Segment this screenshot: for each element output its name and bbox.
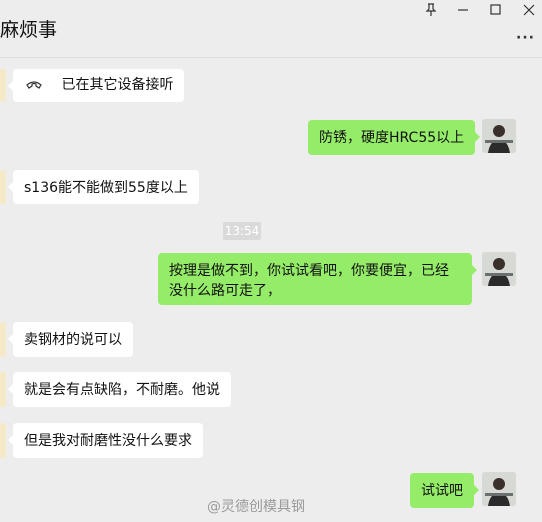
avatar[interactable] bbox=[482, 119, 516, 153]
message-bubble-incoming[interactable]: 就是会有点缺陷，不耐磨。他说 bbox=[8, 372, 231, 407]
timestamp: 13:54 bbox=[223, 222, 261, 240]
maximize-icon[interactable] bbox=[485, 2, 507, 18]
avatar[interactable] bbox=[482, 472, 516, 506]
minimize-icon[interactable] bbox=[452, 2, 474, 18]
message-text: 已在其它设备接听 bbox=[61, 77, 174, 93]
avatar[interactable] bbox=[482, 252, 516, 286]
chat-title: 麻烦事 bbox=[0, 19, 58, 41]
message-bubble-outgoing[interactable]: 防锈，硬度HRC55以上 bbox=[308, 120, 481, 155]
close-icon[interactable] bbox=[518, 2, 540, 18]
message-text: 防锈，硬度HRC55以上 bbox=[319, 130, 465, 146]
incoming-marker bbox=[0, 170, 6, 204]
message-bubble-incoming[interactable]: 卖钢材的说可以 bbox=[8, 322, 133, 357]
pin-icon[interactable] bbox=[420, 2, 442, 18]
more-options-icon[interactable]: ··· bbox=[516, 30, 535, 46]
message-text: 试试吧 bbox=[421, 483, 463, 499]
message-text: 就是会有点缺陷，不耐磨。他说 bbox=[24, 382, 220, 398]
message-text: 按理是做不到，你试试看吧，你要便宜，已经没什么路可走了， bbox=[169, 263, 449, 299]
message-text: s136能不能做到55度以上 bbox=[24, 180, 188, 196]
message-bubble-outgoing[interactable]: 按理是做不到，你试试看吧，你要便宜，已经没什么路可走了， bbox=[158, 253, 477, 305]
message-bubble-outgoing[interactable]: 试试吧 bbox=[410, 473, 479, 508]
watermark: @灵德创模具钢 bbox=[207, 496, 305, 516]
incoming-marker bbox=[0, 372, 6, 407]
message-text: 卖钢材的说可以 bbox=[24, 332, 122, 348]
phone-icon bbox=[26, 81, 42, 89]
message-text: 但是我对耐磨性没什么要求 bbox=[24, 433, 192, 449]
message-bubble-incoming[interactable]: 但是我对耐磨性没什么要求 bbox=[8, 423, 203, 458]
title-bar: 麻烦事 ··· bbox=[0, 0, 542, 58]
message-bubble-incoming[interactable]: s136能不能做到55度以上 bbox=[8, 170, 199, 204]
watermark-text: @灵德创模具钢 bbox=[207, 499, 305, 515]
avatar-image bbox=[482, 252, 516, 286]
incoming-marker bbox=[0, 322, 6, 357]
message-bubble-incoming[interactable]: 已在其它设备接听 bbox=[7, 69, 185, 102]
incoming-marker bbox=[0, 423, 6, 458]
avatar-image bbox=[482, 119, 516, 153]
avatar-image bbox=[482, 472, 516, 506]
incoming-marker bbox=[0, 69, 6, 102]
